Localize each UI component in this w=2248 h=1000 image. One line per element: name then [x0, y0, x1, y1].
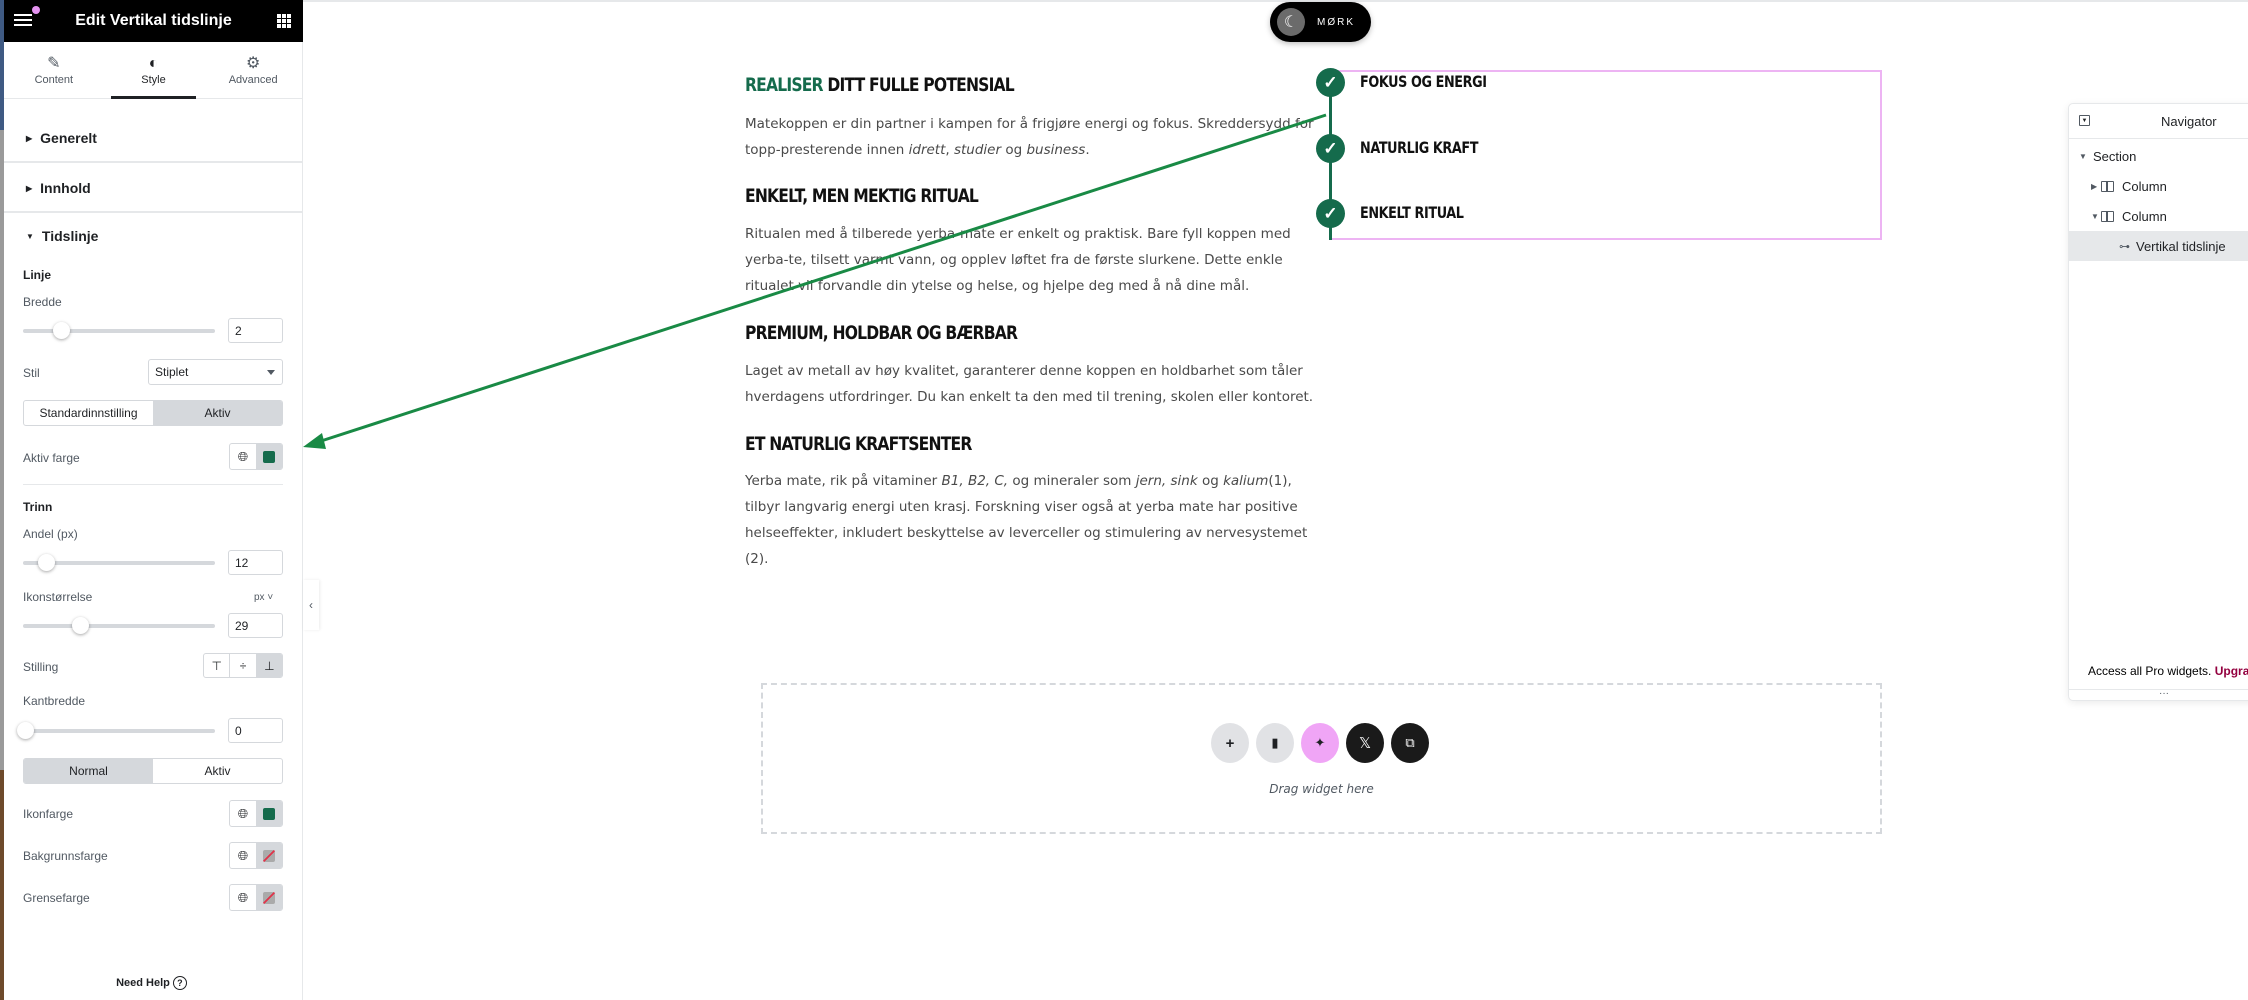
- annotation-arrow: [303, 113, 1327, 449]
- caret-right-icon: ▶: [2091, 181, 2098, 191]
- folder-icon[interactable]: ▮: [1256, 723, 1294, 763]
- nav-label: Section: [2093, 148, 2137, 164]
- ai-sparkle-icon[interactable]: ✦: [1301, 723, 1339, 763]
- drop-zone-text: Drag widget here: [1269, 782, 1374, 796]
- column-icon: [2101, 210, 2114, 222]
- upgrade-link[interactable]: Upgrade: [2215, 664, 2248, 678]
- nav-label: Vertikal tidslinje: [2136, 238, 2226, 254]
- nav-item-section[interactable]: ▼ Section: [2069, 141, 2248, 171]
- arrow-line: [317, 113, 1327, 444]
- timeline-widget-icon: ⊶: [2119, 240, 2130, 253]
- collapse-toggle-icon[interactable]: ▼: [2079, 115, 2090, 126]
- pro-promo: Access all Pro widgets. Upgrade: [2088, 664, 2248, 678]
- nav-item-column[interactable]: ▶ Column: [2069, 171, 2248, 201]
- copy-icon[interactable]: ⧉: [1391, 723, 1429, 763]
- navigator-title: Navigator: [2161, 113, 2217, 129]
- pro-text: Access all Pro widgets.: [2088, 664, 2212, 678]
- x-logo-icon[interactable]: 𝕏: [1346, 723, 1384, 763]
- resize-handle[interactable]: ···: [2069, 689, 2248, 701]
- navigator-panel: ▼ Navigator ▼ Section ▶ Column ▼ Column ⊶ Ve…: [2068, 103, 2248, 701]
- arrow-head: [303, 433, 326, 449]
- drop-zone[interactable]: + ▮ ✦ 𝕏 ⧉ Drag widget here: [761, 683, 1882, 834]
- nav-label: Column: [2122, 178, 2167, 194]
- nav-item-column[interactable]: ▼ Column: [2069, 201, 2248, 231]
- nav-label: Column: [2122, 208, 2167, 224]
- caret-down-icon: ▼: [2079, 151, 2087, 161]
- column-icon: [2101, 180, 2114, 192]
- add-icon[interactable]: +: [1211, 723, 1249, 763]
- navigator-header: ▼ Navigator: [2069, 104, 2248, 139]
- nav-item-vertikal-tidslinje[interactable]: ⊶ Vertikal tidslinje: [2069, 231, 2248, 261]
- caret-down-icon: ▼: [2091, 211, 2099, 221]
